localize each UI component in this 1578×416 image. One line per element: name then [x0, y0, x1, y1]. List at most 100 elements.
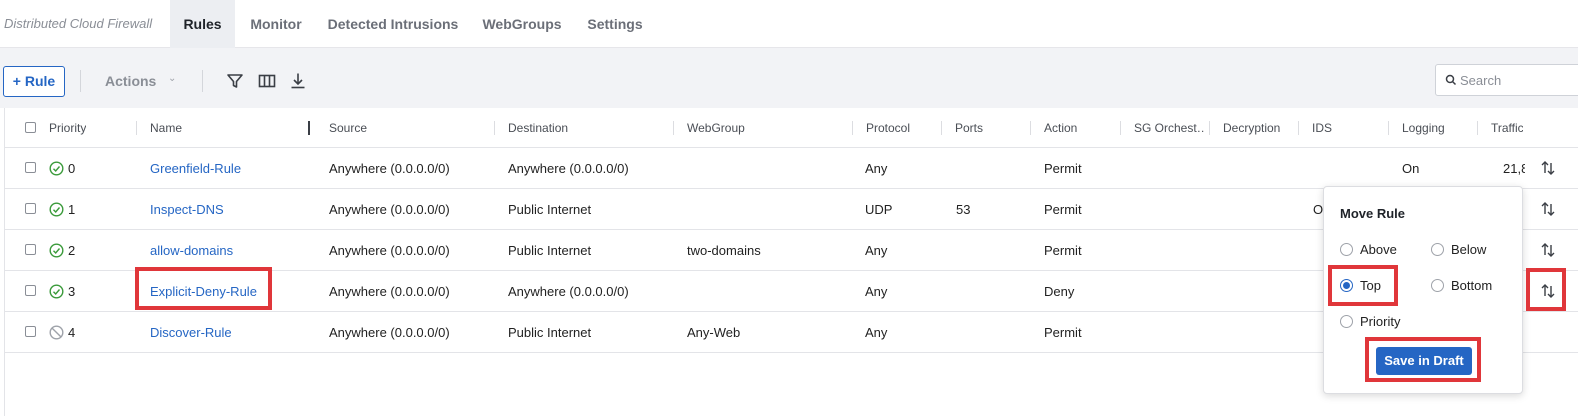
move-arrows-icon[interactable]: [1539, 159, 1557, 177]
column-divider: [1298, 121, 1299, 135]
ports-value: 53: [956, 202, 971, 217]
action-value: Permit: [1044, 325, 1082, 340]
column-divider: [941, 121, 942, 135]
destination-value: Public Internet: [508, 325, 592, 340]
divider: [80, 70, 81, 92]
col-destination[interactable]: Destination: [508, 121, 568, 135]
rule-name-link[interactable]: Explicit-Deny-Rule: [150, 284, 257, 299]
col-logging[interactable]: Logging: [1402, 121, 1445, 135]
radio-button[interactable]: [1340, 315, 1353, 328]
row-checkbox[interactable]: [25, 203, 36, 214]
move-arrows-icon[interactable]: [1539, 241, 1557, 259]
check-circle-icon: [49, 284, 64, 299]
row-checkbox[interactable]: [25, 244, 36, 255]
col-name[interactable]: Name: [150, 121, 182, 135]
destination-value: Public Internet: [508, 243, 592, 258]
protocol-value: Any: [865, 161, 888, 176]
radio-button-selected[interactable]: [1340, 279, 1353, 292]
table-row[interactable]: 0 Greenfield-Rule Anywhere (0.0.0.0/0) A…: [5, 148, 1578, 189]
destination-value: Anywhere (0.0.0.0/0): [508, 161, 629, 176]
radio-label: Priority: [1360, 314, 1401, 329]
priority-value: 3: [68, 284, 76, 299]
move-arrows-icon[interactable]: [1539, 200, 1557, 218]
action-value: Permit: [1044, 243, 1082, 258]
col-action[interactable]: Action: [1044, 121, 1077, 135]
divider: [202, 70, 203, 92]
column-divider: [1209, 121, 1210, 135]
protocol-value: UDP: [865, 202, 893, 217]
actions-dropdown[interactable]: Actions: [105, 73, 156, 89]
source-value: Anywhere (0.0.0.0/0): [329, 284, 450, 299]
action-value: Permit: [1044, 202, 1082, 217]
source-value: Anywhere (0.0.0.0/0): [329, 325, 450, 340]
columns-icon[interactable]: [256, 70, 278, 92]
tab-monitor[interactable]: Monitor: [240, 0, 312, 48]
radio-label: Above: [1360, 242, 1397, 257]
protocol-value: Any: [865, 284, 888, 299]
column-divider: [852, 121, 853, 135]
source-value: Anywhere (0.0.0.0/0): [329, 161, 450, 176]
column-divider: [673, 121, 674, 135]
rule-name-link[interactable]: allow-domains: [150, 243, 233, 258]
top-nav: Distributed Cloud Firewall Rules Monitor…: [0, 0, 1578, 48]
row-checkbox[interactable]: [25, 162, 36, 173]
row-checkbox[interactable]: [25, 285, 36, 296]
traffic-value: 21,8: [1503, 161, 1525, 176]
priority-value: 2: [68, 243, 76, 258]
col-ids[interactable]: IDS: [1312, 121, 1332, 135]
col-ports[interactable]: Ports: [955, 121, 983, 135]
col-priority[interactable]: Priority: [49, 121, 86, 135]
rule-name-link[interactable]: Greenfield-Rule: [150, 161, 241, 176]
check-circle-icon: [49, 161, 64, 176]
col-protocol[interactable]: Protocol: [866, 121, 910, 135]
search-icon: [1445, 74, 1457, 86]
col-source[interactable]: Source: [329, 121, 367, 135]
action-value: Deny: [1044, 284, 1075, 299]
search-input[interactable]: Search: [1435, 64, 1578, 96]
chevron-down-icon: ⌄: [168, 73, 177, 84]
source-value: Anywhere (0.0.0.0/0): [329, 243, 450, 258]
app-title: Distributed Cloud Firewall: [4, 16, 153, 31]
radio-button[interactable]: [1340, 243, 1353, 256]
column-divider: [1030, 121, 1031, 135]
column-divider: [494, 121, 495, 135]
rule-name-link[interactable]: Inspect-DNS: [150, 202, 224, 217]
radio-button[interactable]: [1431, 279, 1444, 292]
radio-label: Below: [1451, 242, 1487, 257]
tab-webgroups[interactable]: WebGroups: [474, 0, 570, 48]
column-resize-handle[interactable]: [308, 121, 310, 135]
save-in-draft-button[interactable]: Save in Draft: [1376, 347, 1472, 375]
popover-title: Move Rule: [1340, 206, 1406, 221]
col-traffic[interactable]: Traffic: [1491, 121, 1523, 135]
col-decryption[interactable]: Decryption: [1223, 121, 1280, 135]
col-sg-orchestration[interactable]: SG Orchest…: [1134, 121, 1204, 135]
priority-value: 4: [68, 325, 76, 340]
filter-icon[interactable]: [224, 70, 246, 92]
priority-value: 1: [68, 202, 76, 217]
select-all-checkbox[interactable]: [25, 122, 36, 133]
protocol-value: Any: [865, 243, 888, 258]
col-webgroup[interactable]: WebGroup: [687, 121, 745, 135]
check-circle-icon: [49, 243, 64, 258]
column-divider: [1388, 121, 1389, 135]
priority-value: 0: [68, 161, 76, 176]
row-checkbox[interactable]: [25, 326, 36, 337]
webgroup-value: Any-Web: [687, 325, 741, 340]
download-icon[interactable]: [287, 70, 309, 92]
table-header: Priority Name Source Destination WebGrou…: [5, 108, 1578, 148]
tab-settings[interactable]: Settings: [578, 0, 652, 48]
logging-value: On: [1402, 161, 1420, 176]
rule-name-link[interactable]: Discover-Rule: [150, 325, 232, 340]
tab-detected-intrusions[interactable]: Detected Intrusions: [320, 0, 466, 48]
disabled-circle-icon: [49, 325, 64, 340]
action-value: Permit: [1044, 161, 1082, 176]
radio-label: Bottom: [1451, 278, 1493, 293]
move-arrows-icon[interactable]: [1539, 282, 1557, 300]
webgroup-value: two-domains: [687, 243, 761, 258]
column-divider: [1120, 121, 1121, 135]
add-rule-button[interactable]: + Rule: [3, 66, 65, 97]
tab-rules[interactable]: Rules: [170, 0, 235, 48]
toolbar: + Rule Actions ⌄ Search: [0, 48, 1578, 108]
radio-button[interactable]: [1431, 243, 1444, 256]
check-circle-icon: [49, 202, 64, 217]
